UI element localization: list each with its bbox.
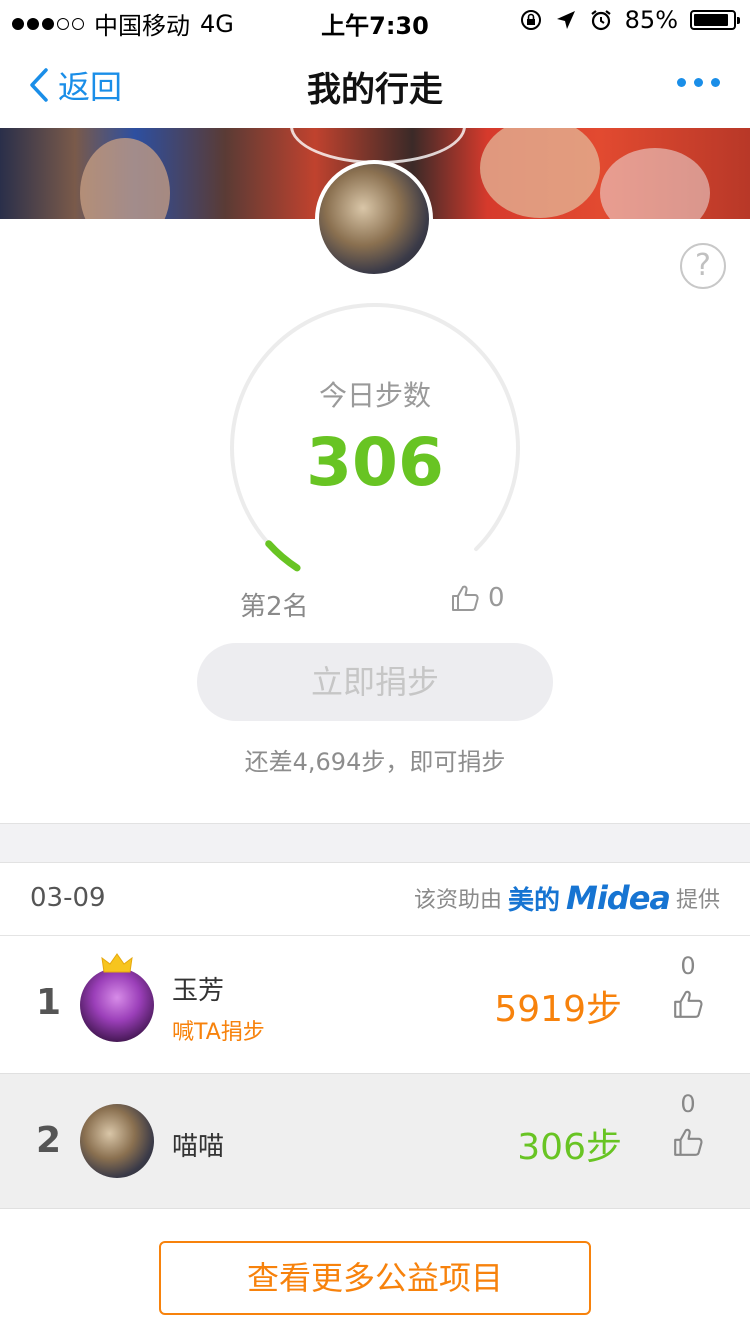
like-count: 0 xyxy=(488,583,505,613)
rank-label: 第2名 xyxy=(240,592,309,622)
today-steps-value: 306 xyxy=(306,424,444,501)
thumbs-up-icon[interactable] xyxy=(672,988,704,1020)
row-steps: 306步 xyxy=(517,1127,622,1168)
row-name: 喵喵 xyxy=(172,1132,225,1162)
leaderboard-header: 03-09 该资助由 美的 Midea 提供 xyxy=(0,863,750,936)
row-name: 玉芳 xyxy=(172,976,225,1006)
sponsor-suffix: 提供 xyxy=(675,888,720,913)
like-button[interactable]: 0 xyxy=(450,583,505,613)
row-avatar[interactable] xyxy=(80,968,154,1042)
row-like-count: 0 xyxy=(680,952,696,980)
row-steps: 5919步 xyxy=(494,989,622,1030)
leaderboard-date: 03-09 xyxy=(30,883,106,913)
sponsor-info: 该资助由 美的 Midea 提供 xyxy=(414,879,720,917)
more-projects-button[interactable]: 查看更多公益项目 xyxy=(159,1241,591,1315)
thumbs-up-icon xyxy=(452,585,479,611)
gauge-progress xyxy=(265,540,301,572)
cheer-link[interactable]: 喊TA捐步 xyxy=(172,1014,265,1046)
leaderboard-row[interactable]: 2 喵喵 306步 0 xyxy=(0,1073,750,1209)
sponsor-logo: Midea xyxy=(565,879,671,917)
row-like-count: 0 xyxy=(680,1090,696,1118)
crown-icon xyxy=(101,953,133,973)
section-divider xyxy=(0,823,750,863)
donate-steps-button[interactable]: 立即捐步 xyxy=(197,643,553,721)
today-steps-label: 今日步数 xyxy=(318,379,431,412)
sponsor-brand-cn: 美的 xyxy=(507,885,560,916)
row-rank: 1 xyxy=(36,982,62,1023)
row-rank: 2 xyxy=(36,1120,62,1161)
sponsor-prefix: 该资助由 xyxy=(413,888,502,913)
step-gauge xyxy=(230,302,520,572)
thumbs-up-icon[interactable] xyxy=(672,1126,704,1158)
row-avatar[interactable] xyxy=(80,1104,154,1178)
remaining-steps-text: 还差4,694步，即可捐步 xyxy=(244,748,506,776)
